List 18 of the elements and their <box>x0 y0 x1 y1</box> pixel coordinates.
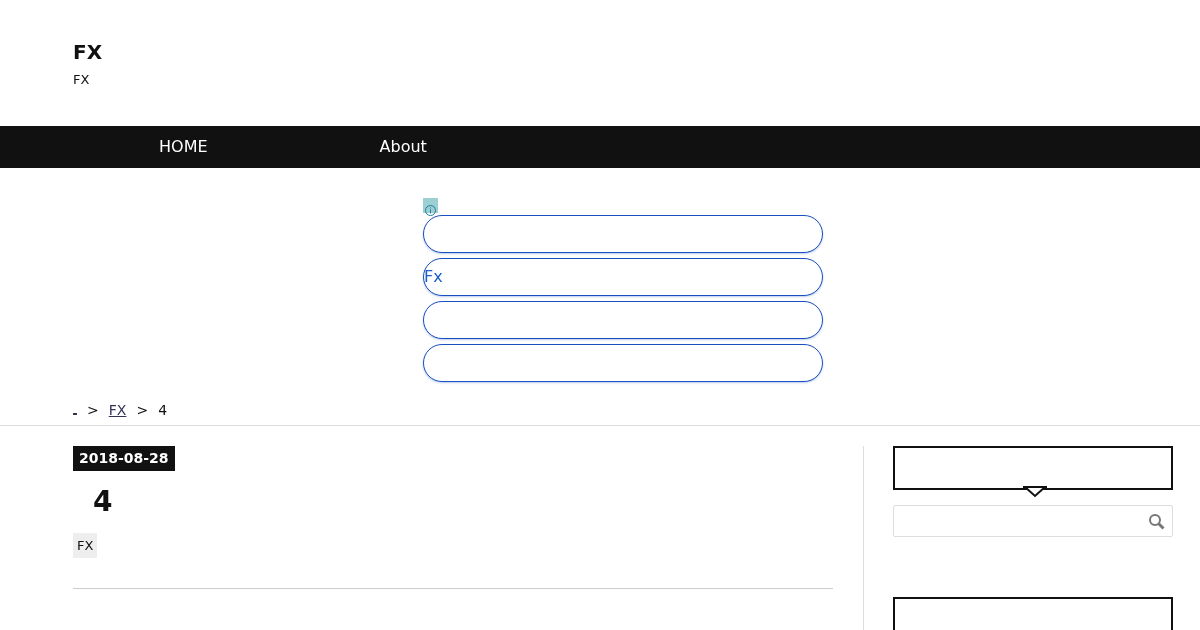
post-title: 4 <box>93 485 114 519</box>
nav-link[interactable]: HOME <box>159 135 208 159</box>
ad-link-button[interactable]: Fx <box>423 258 823 296</box>
site-title[interactable]: FX <box>73 40 1127 64</box>
post-date: 2018-08-28 <box>73 446 175 471</box>
ad-link-button[interactable] <box>423 344 823 382</box>
breadcrumb-current: 4 <box>158 401 168 420</box>
info-icon[interactable] <box>423 198 438 213</box>
search-icon[interactable] <box>1148 512 1165 530</box>
breadcrumb-link[interactable]: FX <box>108 400 127 421</box>
ad-link-button[interactable] <box>423 301 823 339</box>
nav-link[interactable]: About <box>379 135 427 159</box>
ad-link-button[interactable] <box>423 215 823 253</box>
site-tagline: FX <box>73 71 91 89</box>
search-field[interactable] <box>893 505 1173 537</box>
category-tag[interactable]: FX <box>73 532 98 559</box>
breadcrumb-separator: > <box>136 401 149 420</box>
breadcrumb-separator: > <box>87 401 99 420</box>
